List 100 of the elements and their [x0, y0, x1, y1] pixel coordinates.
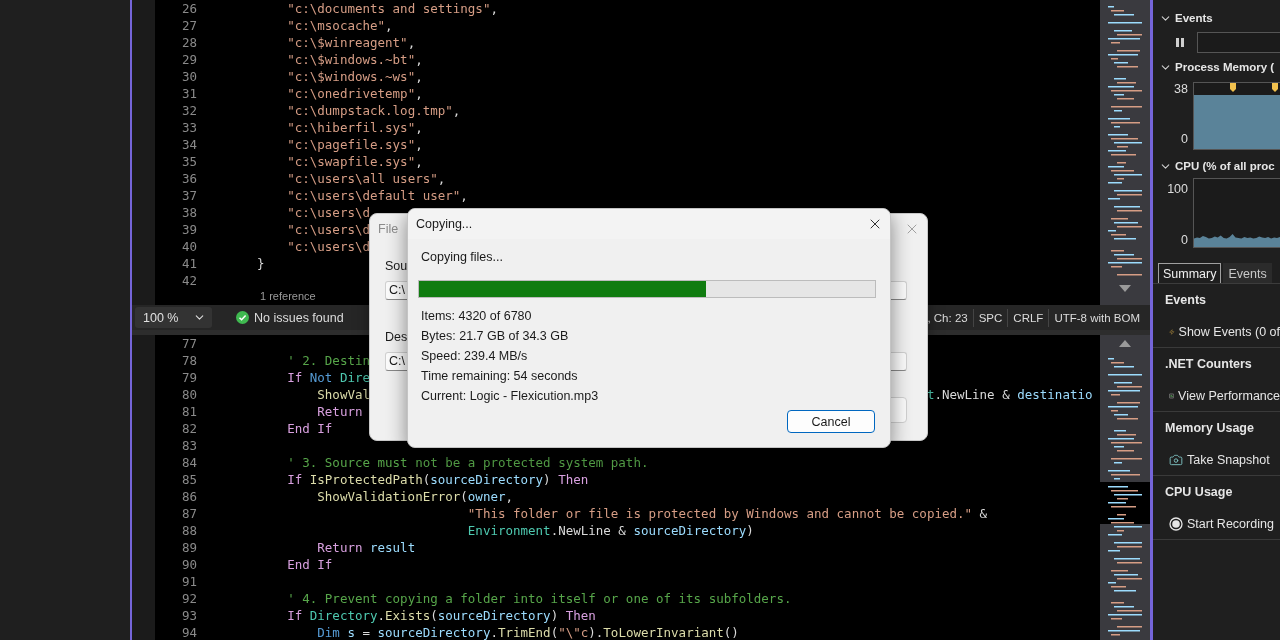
code-line: ' 2. Destin	[287, 353, 370, 368]
line-number: 89	[180, 539, 198, 556]
progress-stat: Bytes: 21.7 GB of 34.3 GB	[421, 328, 569, 345]
action-link[interactable]: View Performance	[1153, 380, 1280, 411]
line-number: 27	[180, 17, 198, 34]
code-line: "c:\hiberfil.sys",	[287, 120, 423, 135]
code-line: If IsProtectedPath(sourceDirectory) Then	[287, 472, 589, 487]
line-number: 42	[180, 272, 198, 289]
progress-stat: Current: Logic - Flexicution.mp3	[421, 388, 599, 405]
action-link[interactable]: Show Events (0 of	[1153, 316, 1280, 347]
code-line: ' 3. Source must not be a protected system path.	[287, 455, 649, 470]
line-number: 93	[180, 607, 198, 624]
code-line: "c:\pagefile.sys",	[287, 137, 423, 152]
action-link[interactable]: Take Snapshot	[1153, 444, 1280, 475]
line-number: 38	[180, 204, 198, 221]
line-number: 41	[180, 255, 198, 272]
line-number: 86	[180, 488, 198, 505]
line-number: 92	[180, 590, 198, 607]
code-line: "c:\documents and settings",	[287, 1, 498, 16]
status-item[interactable]: UTF-8 with BOM	[1048, 308, 1145, 327]
line-number: 81	[180, 403, 198, 420]
line-number: 28	[180, 34, 198, 51]
code-line: Dim s = sourceDirectory.TrimEnd("\"c).ToLowerInvariant()	[317, 625, 739, 640]
line-number: 31	[180, 85, 198, 102]
status-item[interactable]: CRLF	[1007, 308, 1049, 327]
status-item[interactable]: , Ch: 23	[927, 308, 973, 327]
code-line: "c:\$windows.~bt",	[287, 52, 423, 67]
code-line: }	[257, 256, 265, 271]
tab[interactable]: Events	[1223, 263, 1272, 283]
tab[interactable]: Summary	[1158, 263, 1222, 283]
progress-heading: Copying files...	[421, 250, 503, 264]
line-number: 39	[180, 221, 198, 238]
code-line: ' 4. Prevent copying a folder into itself or one of its subfolders.	[287, 591, 792, 606]
line-number: 32	[180, 102, 198, 119]
code-line: "c:\users\d	[287, 239, 370, 254]
axis-label: 100	[1167, 182, 1188, 196]
line-number: 35	[180, 153, 198, 170]
cancel-button[interactable]: Cancel	[787, 410, 875, 433]
line-number: 77	[180, 335, 198, 352]
dialog-title: Copying...	[416, 217, 473, 231]
line-number: 26	[180, 0, 198, 17]
issues-status[interactable]: No issues found	[254, 310, 344, 325]
section-header[interactable]: CPU (% of all proc	[1175, 160, 1275, 172]
scroll-down-icon[interactable]	[1119, 285, 1131, 292]
line-number: 88	[180, 522, 198, 539]
action-link[interactable]: Start Recording	[1153, 508, 1280, 539]
line-number: 91	[180, 573, 198, 590]
code-line: If Not Dire	[287, 370, 370, 385]
scroll-up-icon[interactable]	[1119, 340, 1131, 347]
line-number: 79	[180, 369, 198, 386]
section-title: .NET Counters	[1164, 356, 1253, 373]
field-label: Des	[385, 330, 408, 344]
code-line: Return	[317, 404, 363, 419]
camera-icon	[1169, 452, 1183, 467]
section-header[interactable]: Events	[1175, 12, 1213, 24]
status-item[interactable]: SPC	[972, 308, 1008, 327]
line-number: 82	[180, 420, 198, 437]
code-line: If Directory.Exists(sourceDirectory) Then	[287, 608, 596, 623]
field-label: Sou	[385, 259, 408, 273]
code-line: "This folder or file is protected by Windows and cannot be copied." &	[467, 506, 988, 521]
line-number: 30	[180, 68, 198, 85]
line-number: 87	[180, 505, 198, 522]
pause-icon[interactable]	[1175, 37, 1185, 48]
code-line: "c:\dumpstack.log.tmp",	[287, 103, 461, 118]
code-line: t.NewLine & destinatio	[926, 387, 1093, 402]
code-line: "c:\users\all users",	[287, 171, 446, 186]
line-number: 33	[180, 119, 198, 136]
dialog-title: File	[378, 222, 399, 236]
zoom-dropdown[interactable]: 100 %	[135, 307, 212, 328]
code-line: End If	[287, 557, 333, 572]
code-line: "c:\swapfile.sys",	[287, 154, 423, 169]
section-title: Events	[1164, 292, 1207, 309]
line-number: 90	[180, 556, 198, 573]
axis-label: 38	[1174, 82, 1188, 96]
event-marker	[1230, 83, 1236, 92]
line-number: 83	[180, 437, 198, 454]
code-line: ShowVal	[317, 387, 370, 402]
axis-label: 0	[1181, 132, 1188, 146]
section-title: Memory Usage	[1164, 420, 1255, 437]
code-line: ShowValidationError(owner,	[317, 489, 513, 504]
line-number: 80	[180, 386, 198, 403]
line-number: 34	[180, 136, 198, 153]
code-line: "c:\msocache",	[287, 18, 393, 33]
progress-stat: Time remaining: 54 seconds	[421, 368, 578, 385]
check-circle-icon	[236, 311, 249, 324]
event-marker	[1272, 83, 1278, 92]
section-header[interactable]: Process Memory (	[1175, 61, 1275, 73]
line-number: 85	[180, 471, 198, 488]
axis-label: 0	[1181, 233, 1188, 247]
code-line: Return result	[317, 540, 416, 555]
code-line: "c:\onedrivetemp",	[287, 86, 423, 101]
line-number: 40	[180, 238, 198, 255]
progress-stat: Speed: 239.4 MB/s	[421, 348, 528, 365]
line-number: 37	[180, 187, 198, 204]
code-line: "c:\users\default user",	[287, 188, 468, 203]
line-number: 29	[180, 51, 198, 68]
code-line: Environment.NewLine & sourceDirectory)	[467, 523, 754, 538]
section-title: CPU Usage	[1164, 484, 1234, 501]
code-line: "c:\$windows.~ws",	[287, 69, 423, 84]
line-number: 94	[180, 624, 198, 640]
